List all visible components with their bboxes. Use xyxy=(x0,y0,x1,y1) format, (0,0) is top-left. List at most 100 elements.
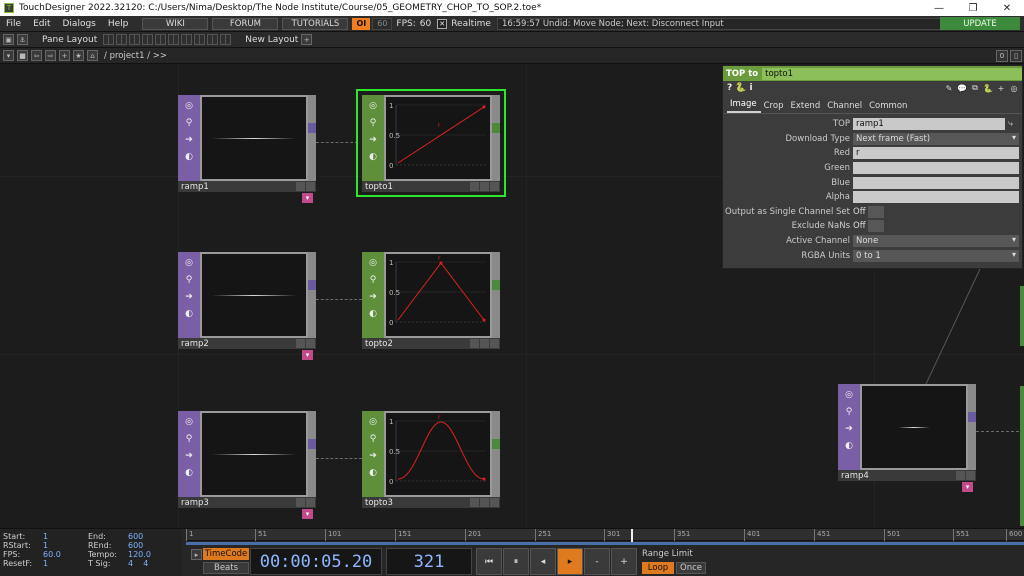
rewind-button[interactable]: ⏮ xyxy=(476,548,502,575)
viewer-icon[interactable]: ◐ xyxy=(182,150,196,163)
target-icon[interactable]: ◎ xyxy=(1009,83,1019,93)
rstart-value[interactable]: 1 xyxy=(43,541,88,550)
step-plus-button[interactable]: + xyxy=(611,548,637,575)
comment-icon[interactable]: 💬 xyxy=(957,83,967,93)
node-flag-icon[interactable] xyxy=(966,471,975,480)
node-name[interactable]: ramp4 xyxy=(838,471,956,481)
lock-icon[interactable]: ⚲ xyxy=(182,273,196,286)
viewer-icon[interactable]: ◐ xyxy=(366,150,380,163)
lock-icon[interactable]: ⚲ xyxy=(182,116,196,129)
wire-ramp2-topto2[interactable] xyxy=(316,299,362,300)
rend-value[interactable]: 600 xyxy=(128,541,173,550)
top-input-field[interactable]: ramp1 xyxy=(853,118,1005,131)
lock-icon[interactable]: ⚲ xyxy=(842,405,856,418)
node-name[interactable]: ramp2 xyxy=(178,339,296,349)
bypass-icon[interactable]: ◎ xyxy=(182,99,196,112)
forum-button[interactable]: FORUM xyxy=(212,17,279,30)
viewer-icon[interactable]: ◐ xyxy=(182,466,196,479)
node-topto3[interactable]: ◎ ⚲ ➔ ◐ 1 0.5 0 r topto3 xyxy=(362,411,500,508)
playhead[interactable] xyxy=(631,529,633,543)
node-viewer[interactable] xyxy=(200,95,308,181)
once-button[interactable]: Once xyxy=(676,562,706,574)
minimize-button[interactable]: — xyxy=(922,0,956,16)
copy-icon[interactable]: ⧉ xyxy=(970,83,980,93)
close-button[interactable]: ✕ xyxy=(990,0,1024,16)
maximize-button[interactable]: ❐ xyxy=(956,0,990,16)
bypass-icon[interactable]: ◎ xyxy=(366,99,380,112)
bypass-icon[interactable]: ◎ xyxy=(842,388,856,401)
node-name[interactable]: topto3 xyxy=(362,498,470,508)
node-topto1[interactable]: ◎ ⚲ ➔ ◐ 1 0.5 0 r topto1 xyxy=(362,95,500,192)
single-channel-toggle[interactable] xyxy=(867,205,884,218)
frame-display[interactable]: 321 xyxy=(386,548,472,575)
op-badge[interactable]: OI xyxy=(352,17,371,30)
menu-help[interactable]: Help xyxy=(102,19,135,29)
node-viewer[interactable] xyxy=(200,252,308,338)
resetf-value[interactable]: 1 xyxy=(43,559,88,568)
tempo-value[interactable]: 120.0 xyxy=(128,550,173,559)
display-icon[interactable]: ➔ xyxy=(366,290,380,303)
node-flag-icon[interactable] xyxy=(306,498,315,507)
menu-file[interactable]: File xyxy=(0,19,27,29)
node-viewer[interactable] xyxy=(860,384,968,470)
node-ramp2[interactable]: ◎ ⚲ ➔ ◐ ramp2 ▾ xyxy=(178,252,316,360)
lock-icon[interactable]: ⚲ xyxy=(366,432,380,445)
node-output-connector[interactable] xyxy=(492,411,500,497)
timecode-toggle[interactable]: TimeCode xyxy=(203,548,249,560)
pencil-icon[interactable]: ✎ xyxy=(944,83,954,93)
viewer-icon[interactable]: ◐ xyxy=(366,307,380,320)
viewer-icon[interactable]: ◐ xyxy=(182,307,196,320)
node-name[interactable]: topto1 xyxy=(362,182,470,192)
node-flag-icon[interactable] xyxy=(470,339,479,348)
node-flag-icon[interactable] xyxy=(480,339,489,348)
update-button[interactable]: UPDATE xyxy=(940,17,1020,30)
info-icon[interactable]: i xyxy=(749,83,752,93)
bypass-icon[interactable]: ◎ xyxy=(182,256,196,269)
alpha-channel-field[interactable] xyxy=(853,191,1019,204)
viewer-icon[interactable]: ◐ xyxy=(842,439,856,452)
step-back-button[interactable]: ◂ xyxy=(530,548,556,575)
node-ramp4[interactable]: ◎ ⚲ ➔ ◐ ramp4 ▾ xyxy=(838,384,976,492)
menu-dialogs[interactable]: Dialogs xyxy=(57,19,102,29)
new-layout-label[interactable]: New Layout xyxy=(245,35,298,45)
node-ramp3[interactable]: ◎ ⚲ ➔ ◐ ramp3 ▾ xyxy=(178,411,316,519)
tab-common[interactable]: Common xyxy=(866,101,911,113)
red-channel-field[interactable]: r xyxy=(853,147,1019,160)
layout-split-icon[interactable] xyxy=(194,34,206,45)
node-flag-icon[interactable] xyxy=(480,182,489,191)
node-topto2[interactable]: ◎ ⚲ ➔ ◐ 1 0.5 0 r topto2 xyxy=(362,252,500,349)
bypass-icon[interactable]: ◎ xyxy=(366,415,380,428)
node-viewer[interactable] xyxy=(200,411,308,497)
lock-icon[interactable]: ⚲ xyxy=(366,273,380,286)
display-icon[interactable]: ➔ xyxy=(842,422,856,435)
node-flag-icon[interactable] xyxy=(956,471,965,480)
python-icon[interactable]: 🐍 xyxy=(983,83,993,93)
export-flag-icon[interactable]: ▾ xyxy=(302,509,313,519)
layout-split-icon[interactable] xyxy=(142,34,154,45)
exclude-nans-toggle[interactable] xyxy=(867,220,884,233)
play-button[interactable]: ▸ xyxy=(557,548,583,575)
layout-split-icon[interactable] xyxy=(155,34,167,45)
wire-ramp3-topto3[interactable] xyxy=(316,458,362,459)
node-flag-icon[interactable] xyxy=(296,339,305,348)
layout-split-icon[interactable] xyxy=(103,34,115,45)
node-flag-icon[interactable] xyxy=(470,498,479,507)
tab-image[interactable]: Image xyxy=(727,99,761,113)
export-flag-icon[interactable]: ▾ xyxy=(302,193,313,203)
blue-channel-field[interactable] xyxy=(853,176,1019,189)
node-flag-icon[interactable] xyxy=(480,498,489,507)
wiki-button[interactable]: WIKI xyxy=(142,17,209,30)
layout-split-icon[interactable] xyxy=(168,34,180,45)
back-icon[interactable]: ⇦ xyxy=(31,50,42,61)
layout-split-icon[interactable] xyxy=(129,34,141,45)
node-flag-icon[interactable] xyxy=(470,182,479,191)
forward-icon[interactable]: ⇨ xyxy=(45,50,56,61)
layout-split-icon[interactable] xyxy=(220,34,232,45)
layout-split-icon[interactable] xyxy=(181,34,193,45)
lock-icon[interactable]: ⚲ xyxy=(182,432,196,445)
pane-view-icon[interactable]: ▣ xyxy=(3,34,14,45)
node-name[interactable]: ramp3 xyxy=(178,498,296,508)
node-name[interactable]: topto2 xyxy=(362,339,470,349)
fps-value[interactable]: 60.0 xyxy=(43,550,88,559)
node-ramp1[interactable]: ◎ ⚲ ➔ ◐ ramp1 ▾ xyxy=(178,95,316,203)
